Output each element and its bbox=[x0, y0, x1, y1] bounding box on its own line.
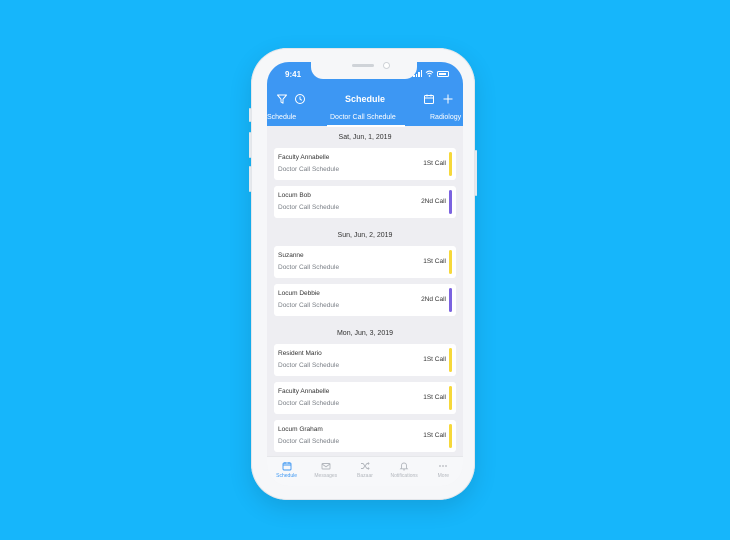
phone-notch bbox=[311, 61, 417, 79]
wifi-icon bbox=[425, 70, 434, 77]
call-color-bar bbox=[449, 250, 452, 274]
add-icon[interactable] bbox=[442, 93, 454, 105]
tab-doctor-call-schedule[interactable]: Doctor Call Schedule bbox=[330, 114, 396, 121]
volume-down-button bbox=[249, 166, 251, 192]
calendar-icon[interactable] bbox=[423, 93, 435, 105]
status-icons bbox=[413, 70, 449, 77]
power-button bbox=[475, 150, 477, 196]
call-color-bar bbox=[449, 152, 452, 176]
call-color-bar bbox=[449, 386, 452, 410]
entry-name: Locum Graham bbox=[278, 426, 323, 433]
schedule-list[interactable]: Sat, Jun, 1, 2019 Faculty Annabelle Doct… bbox=[267, 126, 463, 456]
entry-name: Locum Debbie bbox=[278, 290, 320, 297]
entry-name: Suzanne bbox=[278, 252, 304, 259]
entry-call-level: 2Nd Call bbox=[421, 198, 446, 205]
battery-icon bbox=[437, 70, 449, 77]
volume-up-button bbox=[249, 132, 251, 158]
tabbar-label: Schedule bbox=[276, 473, 298, 479]
entry-schedule: Doctor Call Schedule bbox=[278, 204, 340, 211]
entry-schedule: Doctor Call Schedule bbox=[278, 362, 340, 369]
status-time: 9:41 bbox=[285, 70, 302, 79]
date-header: Sat, Jun, 1, 2019 bbox=[338, 134, 392, 141]
tabbar-label: More bbox=[437, 473, 450, 479]
call-color-bar bbox=[449, 190, 452, 214]
front-camera bbox=[383, 62, 390, 69]
call-color-bar bbox=[449, 424, 452, 448]
tabbar-label: Bazaar bbox=[357, 473, 373, 479]
phone-screen: 9:41 Schedule Schedule Doctor Call Sched… bbox=[267, 62, 463, 486]
tabbar-notifications[interactable]: Notifications bbox=[385, 457, 424, 486]
entry-name: Resident Mario bbox=[278, 350, 322, 357]
entry-schedule: Doctor Call Schedule bbox=[278, 264, 340, 271]
date-header: Sun, Jun, 2, 2019 bbox=[337, 232, 393, 239]
schedule-entry[interactable]: Locum Debbie Doctor Call Schedule 2Nd Ca… bbox=[274, 284, 456, 316]
tab-strip: Schedule Doctor Call Schedule Radiology bbox=[267, 113, 463, 127]
tabbar-more[interactable]: More bbox=[424, 457, 463, 486]
tabbar-bazaar[interactable]: Bazaar bbox=[345, 457, 384, 486]
tabbar-label: Notifications bbox=[390, 473, 418, 479]
silent-switch bbox=[249, 108, 251, 122]
entry-call-level: 1St Call bbox=[423, 432, 446, 439]
tab-radiology[interactable]: Radiology bbox=[430, 114, 461, 121]
entry-name: Faculty Annabelle bbox=[278, 154, 330, 161]
tabbar-messages[interactable]: Messages bbox=[306, 457, 345, 486]
bottom-tab-bar: Schedule Messages Bazaar Notifications M… bbox=[267, 456, 463, 486]
entry-call-level: 1St Call bbox=[423, 356, 446, 363]
more-icon bbox=[439, 465, 448, 467]
shuffle-icon bbox=[360, 462, 370, 470]
entry-call-level: 2Nd Call bbox=[421, 296, 446, 303]
entry-schedule: Doctor Call Schedule bbox=[278, 438, 340, 445]
call-color-bar bbox=[449, 348, 452, 372]
call-color-bar bbox=[449, 288, 452, 312]
schedule-entry[interactable]: Locum Bob Doctor Call Schedule 2Nd Call bbox=[274, 186, 456, 218]
entry-call-level: 1St Call bbox=[423, 160, 446, 167]
entry-call-level: 1St Call bbox=[423, 394, 446, 401]
calendar-icon bbox=[282, 462, 292, 471]
entry-schedule: Doctor Call Schedule bbox=[278, 166, 340, 173]
speaker-grille bbox=[352, 64, 374, 67]
bell-icon bbox=[399, 462, 409, 471]
tabbar-label: Messages bbox=[314, 473, 338, 479]
mail-icon bbox=[321, 463, 331, 470]
date-header: Mon, Jun, 3, 2019 bbox=[336, 330, 394, 337]
entry-name: Faculty Annabelle bbox=[278, 388, 330, 395]
schedule-entry[interactable]: Locum Graham Doctor Call Schedule 1St Ca… bbox=[274, 420, 456, 452]
tab-schedule[interactable]: Schedule bbox=[267, 114, 296, 121]
schedule-entry[interactable]: Resident Mario Doctor Call Schedule 1St … bbox=[274, 344, 456, 376]
entry-name: Locum Bob bbox=[278, 192, 311, 199]
schedule-entry[interactable]: Suzanne Doctor Call Schedule 1St Call bbox=[274, 246, 456, 278]
schedule-entry[interactable]: Faculty Annabelle Doctor Call Schedule 1… bbox=[274, 148, 456, 180]
entry-schedule: Doctor Call Schedule bbox=[278, 302, 340, 309]
entry-call-level: 1St Call bbox=[423, 258, 446, 265]
entry-schedule: Doctor Call Schedule bbox=[278, 400, 340, 407]
tabbar-schedule[interactable]: Schedule bbox=[267, 457, 306, 486]
schedule-entry[interactable]: Faculty Annabelle Doctor Call Schedule 1… bbox=[274, 382, 456, 414]
